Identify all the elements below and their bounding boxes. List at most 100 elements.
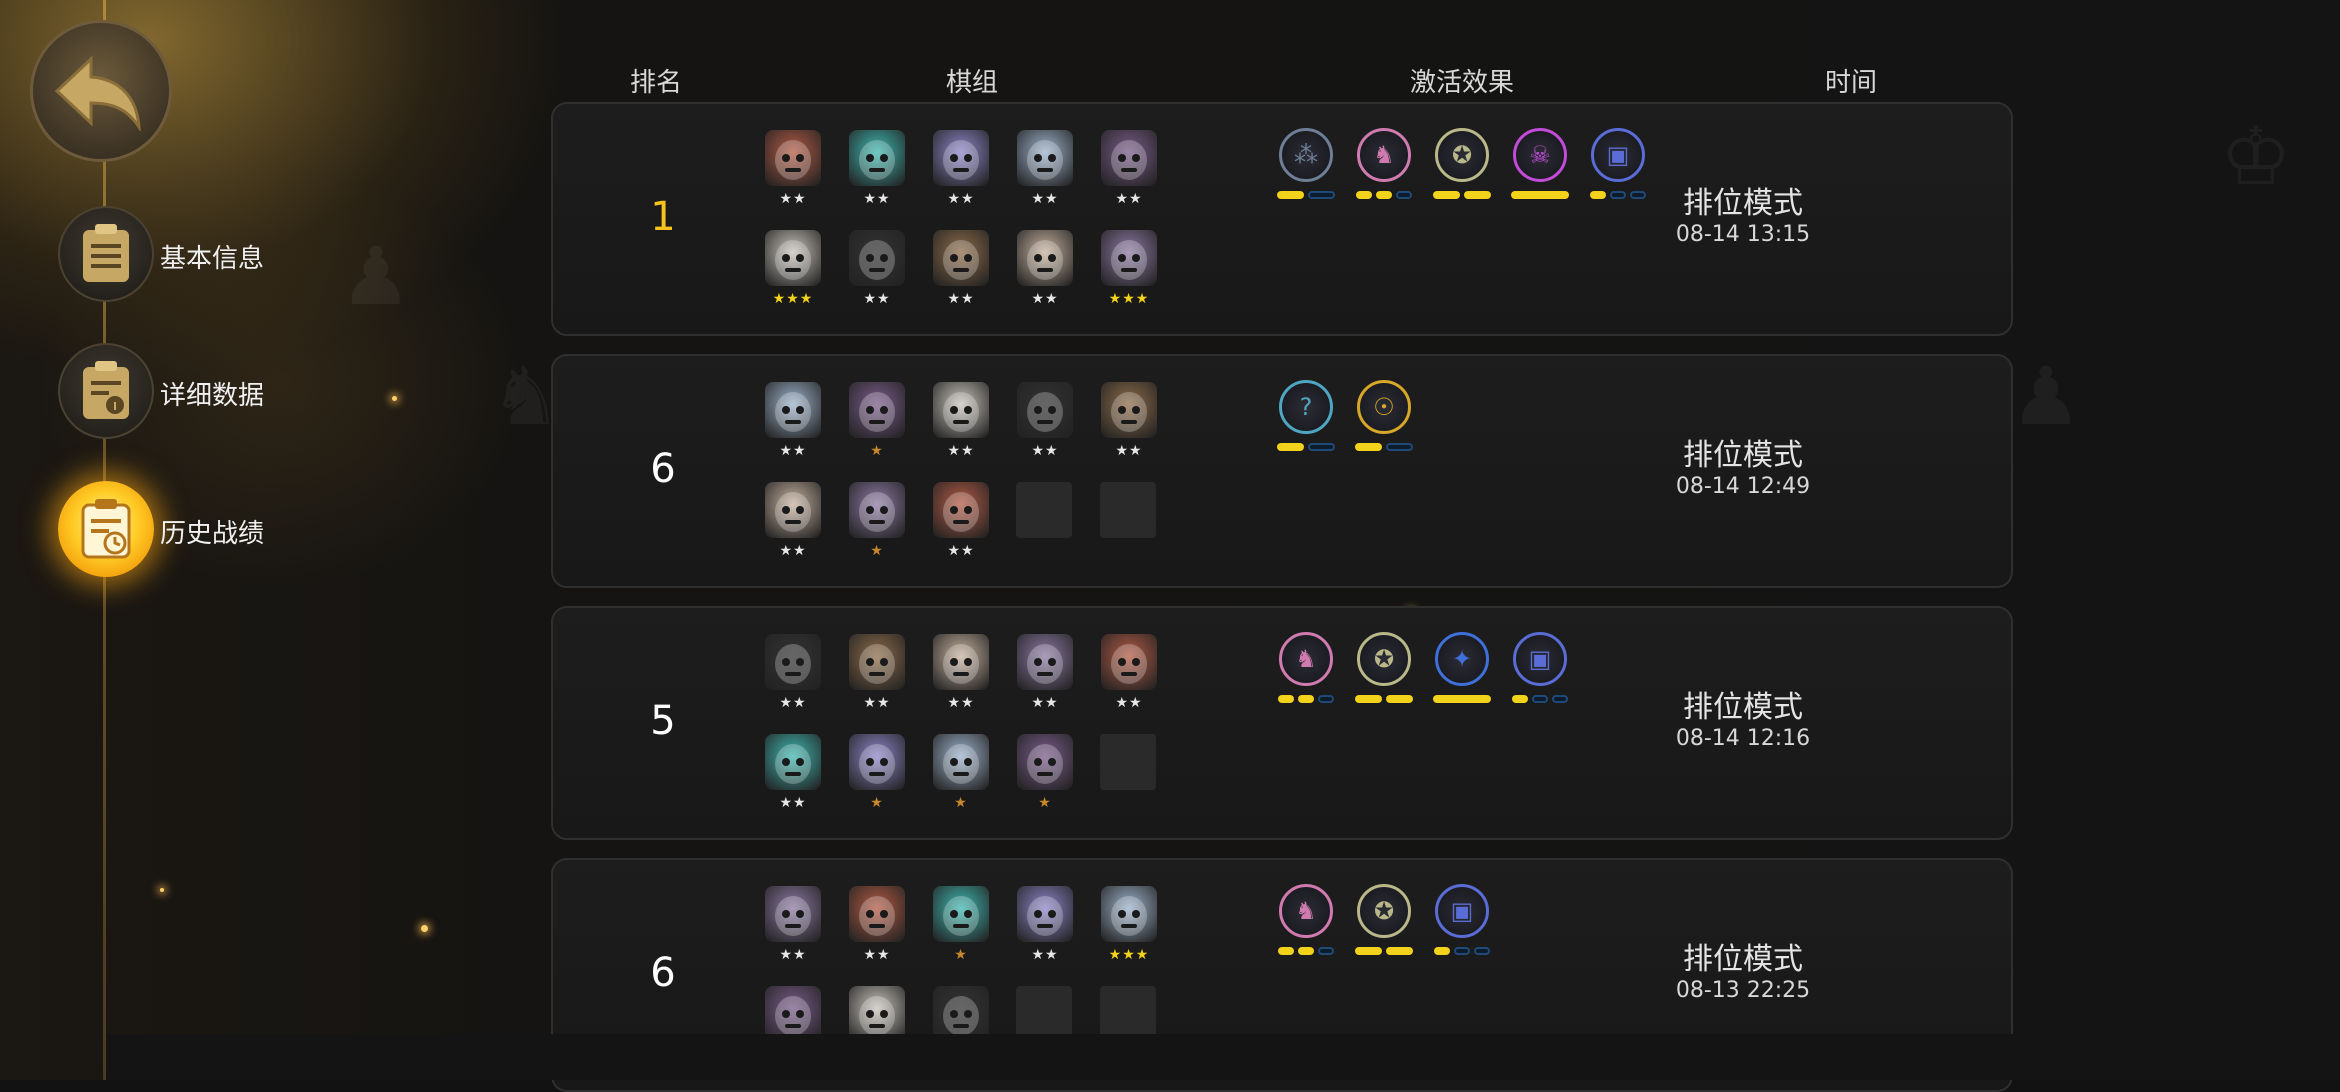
synergy-badge[interactable]: ♞ (1354, 128, 1414, 208)
hero-portrait-icon (1101, 382, 1157, 438)
synergy-level-bars (1510, 191, 1570, 199)
chess-piece[interactable]: ★ (848, 382, 906, 464)
synergy-level-pip (1552, 695, 1568, 703)
synergy-badge[interactable]: ✪ (1432, 128, 1492, 208)
star-rating: ★ (870, 443, 884, 459)
synergy-badge[interactable]: ⁂ (1276, 128, 1336, 208)
chess-piece[interactable]: ★ (932, 734, 990, 816)
match-card[interactable]: 6 ★★ ★ ★★ ★★ ★★ ★★ ★ ★★? ☉ 排位模式 08-14 12:49 (551, 354, 2013, 588)
chess-piece[interactable]: ★★★ (1100, 230, 1158, 312)
synergy-level-pip (1386, 947, 1413, 955)
chess-piece[interactable]: ★ (848, 482, 906, 564)
hero-portrait-icon (765, 382, 821, 438)
hero-portrait-icon (1017, 130, 1073, 186)
sidebar-item-basic-info[interactable] (58, 206, 154, 302)
synergy-badge[interactable]: ☠ (1510, 128, 1570, 208)
synergy-level-pip (1376, 191, 1392, 199)
empty-piece-slot (1016, 482, 1072, 538)
chess-piece[interactable]: ★★★ (1100, 886, 1158, 968)
star-rating: ★★ (779, 695, 807, 711)
beast-icon: ✪ (1435, 128, 1489, 182)
chess-piece[interactable]: ★★ (1016, 382, 1074, 464)
synergy-level-pip (1434, 947, 1450, 955)
chess-piece[interactable]: ★★ (764, 634, 822, 716)
chess-piece[interactable]: ★★ (1016, 886, 1074, 968)
chess-piece[interactable]: ★★ (1016, 634, 1074, 716)
chess-piece[interactable]: ★★ (764, 482, 822, 564)
hero-portrait-icon (933, 130, 989, 186)
chess-piece[interactable]: ★★ (764, 130, 822, 212)
hero-portrait-icon (765, 734, 821, 790)
chess-piece[interactable] (1100, 482, 1158, 564)
chess-piece[interactable]: ★★ (1100, 634, 1158, 716)
synergy-badge[interactable]: ✦ (1432, 632, 1492, 712)
star-rating: ★★ (947, 191, 975, 207)
match-card[interactable]: 1 ★★ ★★ ★★ ★★ ★★ ★★★ ★★ ★★ ★★ ★★★ ⁂ ♞ ✪ ☠ ▣ 排位模式 08-14 13… (551, 102, 2013, 336)
chess-piece[interactable]: ★ (848, 734, 906, 816)
hero-portrait-icon (765, 230, 821, 286)
synergy-level-pip (1278, 695, 1294, 703)
synergy-badge[interactable]: ✪ (1354, 632, 1414, 712)
beast-icon: ✪ (1357, 632, 1411, 686)
star-rating: ★★ (863, 191, 891, 207)
chess-piece[interactable]: ★★ (848, 130, 906, 212)
back-button[interactable] (30, 20, 172, 162)
chess-piece[interactable]: ★★ (932, 130, 990, 212)
synergy-level-pip (1511, 191, 1569, 199)
clipboard-icon (83, 224, 129, 282)
synergy-badge[interactable]: ▣ (1510, 632, 1570, 712)
chess-piece[interactable]: ★★ (764, 734, 822, 816)
hero-portrait-icon (849, 230, 905, 286)
chess-piece[interactable]: ★★ (848, 634, 906, 716)
chess-piece[interactable]: ★★ (764, 886, 822, 968)
spark (160, 888, 164, 892)
chess-piece[interactable]: ★★ (848, 886, 906, 968)
match-card[interactable]: 5 ★★ ★★ ★★ ★★ ★★ ★★ ★ ★ ★ ♞ ✪ ✦ ▣ 排位模式 08-14 12:16 (551, 606, 2013, 840)
synergy-badge[interactable]: ♞ (1276, 884, 1336, 964)
chess-piece[interactable]: ★ (932, 886, 990, 968)
empty-piece-slot (1100, 482, 1156, 538)
chess-piece[interactable]: ★★ (932, 634, 990, 716)
star-rating: ★★ (863, 695, 891, 711)
synergy-level-pip (1433, 191, 1460, 199)
synergy-badge[interactable]: ✪ (1354, 884, 1414, 964)
sidebar-item-label: 历史战绩 (160, 519, 265, 549)
sidebar-item-detailed-data[interactable] (58, 343, 154, 439)
chess-piece[interactable]: ★★ (1016, 130, 1074, 212)
star-rating: ★★★ (1108, 947, 1150, 963)
synergy-level-pip (1464, 191, 1491, 199)
hero-portrait-icon (1017, 634, 1073, 690)
decorative-king-icon: ♔ (2220, 110, 2292, 203)
decorative-pawn-icon: ♟ (340, 230, 412, 323)
chess-piece[interactable]: ★★ (764, 382, 822, 464)
star-rating: ★ (954, 795, 968, 811)
star-rating: ★★ (779, 543, 807, 559)
synergy-badge[interactable]: ? (1276, 380, 1336, 460)
synergy-badge[interactable]: ♞ (1276, 632, 1336, 712)
chess-piece[interactable]: ★★ (932, 482, 990, 564)
chess-piece[interactable]: ★★ (1100, 130, 1158, 212)
synergy-level-pip (1277, 191, 1304, 199)
star-rating: ★★ (1031, 291, 1059, 307)
synergy-level-bars (1276, 443, 1336, 451)
chess-piece[interactable] (1100, 734, 1158, 816)
chess-piece[interactable]: ★★ (848, 230, 906, 312)
chess-piece[interactable]: ★★★ (764, 230, 822, 312)
synergy-badge[interactable]: ▣ (1432, 884, 1492, 964)
chess-piece[interactable]: ★★ (932, 382, 990, 464)
chess-piece[interactable]: ★★ (1100, 382, 1158, 464)
data-clipboard-icon (83, 361, 129, 419)
chess-piece[interactable]: ★★ (1016, 230, 1074, 312)
star-rating: ★★ (947, 695, 975, 711)
chess-piece[interactable]: ★ (1016, 734, 1074, 816)
star-rating: ★★★ (1108, 291, 1150, 307)
synergy-level-bars (1432, 947, 1492, 955)
synergy-level-bars (1432, 695, 1492, 703)
chess-piece[interactable]: ★★ (932, 230, 990, 312)
synergy-level-pip (1474, 947, 1490, 955)
chess-piece[interactable] (1016, 482, 1074, 564)
synergy-badge[interactable]: ☉ (1354, 380, 1414, 460)
hero-portrait-icon (933, 382, 989, 438)
hero-portrait-icon (1017, 886, 1073, 942)
sidebar-item-history[interactable] (58, 481, 154, 577)
